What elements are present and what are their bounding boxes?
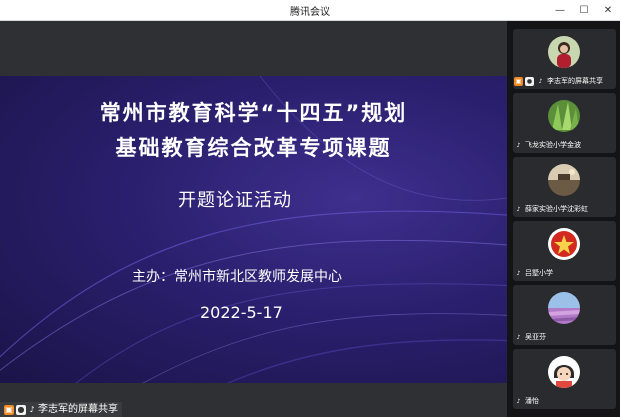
- participant-name: 薛家实验小学沈彩虹: [525, 205, 588, 213]
- slide-title-line2: 基础教育综合改革专项课题: [115, 136, 392, 160]
- participant-label: ♪ 飞龙实验小学金波: [514, 139, 581, 151]
- participant-tile[interactable]: ♪ 吴亚芬: [513, 285, 616, 345]
- mic-icon: ♪: [516, 397, 521, 405]
- participant-label: ♪ 潘怡: [514, 395, 539, 407]
- minimize-button[interactable]: —: [548, 0, 572, 21]
- share-status-label: 李志军的屏幕共享: [38, 404, 118, 415]
- avatar: [548, 164, 580, 196]
- presentation-slide: 常州市教育科学“十四五”规划 基础教育综合改革专项课题 开题论证活动 主办：常州…: [0, 76, 507, 383]
- title-bar: 腾讯会议 — ☐ ✕: [0, 0, 620, 21]
- screen-share-icon: ▣: [514, 76, 523, 86]
- slide-host: 主办：常州市新北区教师发展中心: [132, 269, 342, 285]
- presenter-icon: ●: [525, 76, 534, 86]
- avatar: [548, 228, 580, 260]
- shared-screen-area[interactable]: 常州市教育科学“十四五”规划 基础教育综合改革专项课题 开题论证活动 主办：常州…: [0, 21, 507, 417]
- avatar: [548, 292, 580, 324]
- participant-label: ♪ 吕墅小学: [514, 267, 553, 279]
- presenter-icon: ●: [16, 404, 26, 415]
- participant-label: ▣ ● ♪ 李志军的屏幕共享: [514, 75, 603, 87]
- participant-name: 飞龙实验小学金波: [525, 141, 581, 149]
- slide-date: 2022-5-17: [200, 303, 283, 322]
- avatar: [548, 356, 580, 388]
- mic-icon: ♪: [516, 205, 521, 213]
- slide-subtitle: 开题论证活动: [178, 190, 292, 211]
- slide-title-line1: 常州市教育科学“十四五”规划: [99, 101, 408, 125]
- participant-name: 潘怡: [525, 397, 539, 405]
- mic-icon: ♪: [516, 141, 521, 149]
- participant-name: 吴亚芬: [525, 333, 546, 341]
- mic-icon: ♪: [538, 77, 543, 85]
- maximize-button[interactable]: ☐: [572, 0, 596, 21]
- mic-icon: ♪: [29, 404, 35, 414]
- participant-name: 李志军的屏幕共享: [547, 77, 603, 85]
- avatar: [548, 100, 580, 132]
- mic-icon: ♪: [516, 269, 521, 277]
- participant-tile[interactable]: ♪ 潘怡: [513, 349, 616, 409]
- avatar: [548, 36, 580, 68]
- participant-tile[interactable]: ▣ ● ♪ 李志军的屏幕共享: [513, 29, 616, 89]
- participant-tile[interactable]: ♪ 飞龙实验小学金波: [513, 93, 616, 153]
- participant-list[interactable]: ▣ ● ♪ 李志军的屏幕共享 ♪ 飞龙实验小学金波 ♪ 薛家实验小学沈彩虹 ♪ …: [507, 21, 620, 417]
- participant-label: ♪ 吴亚芬: [514, 331, 546, 343]
- app-title: 腾讯会议: [290, 7, 330, 18]
- share-status-badge: ▣ ● ♪ 李志军的屏幕共享: [0, 402, 122, 417]
- participant-tile[interactable]: ♪ 吕墅小学: [513, 221, 616, 281]
- mic-icon: ♪: [516, 333, 521, 341]
- participant-label: ♪ 薛家实验小学沈彩虹: [514, 203, 588, 215]
- close-button[interactable]: ✕: [596, 0, 620, 21]
- participant-tile[interactable]: ♪ 薛家实验小学沈彩虹: [513, 157, 616, 217]
- screen-share-icon: ▣: [4, 404, 14, 415]
- participant-name: 吕墅小学: [525, 269, 553, 277]
